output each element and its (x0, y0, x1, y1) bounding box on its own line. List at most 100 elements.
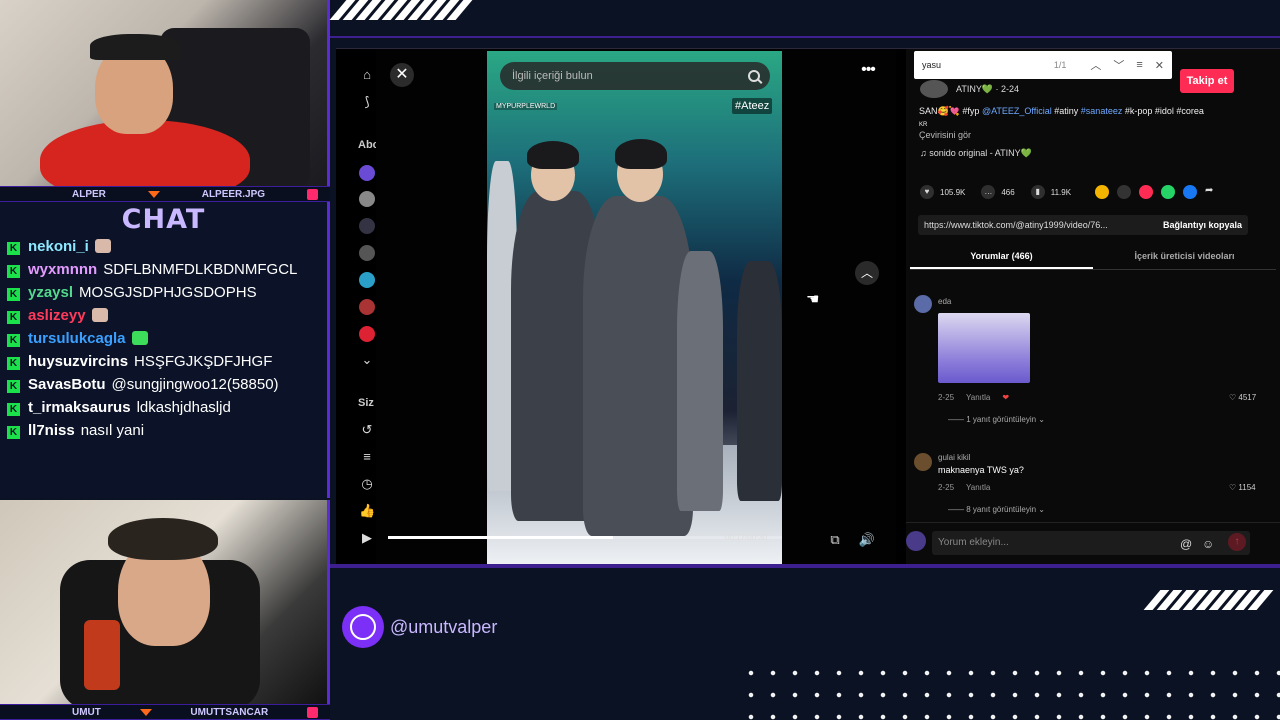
chevron-down-icon[interactable]: ⌄ (359, 352, 375, 368)
shorts-icon[interactable]: ⟆ (359, 94, 375, 110)
triangle-icon (147, 190, 160, 198)
commenter-name[interactable]: eda (938, 297, 951, 306)
volume-icon[interactable]: 🔊 (856, 529, 878, 551)
picture-in-picture-icon[interactable]: ⧉ (824, 529, 846, 551)
caption-hashtag-link[interactable]: #sanateez (1081, 106, 1123, 116)
search-icon[interactable] (748, 70, 760, 82)
history-icon[interactable]: ↺ (359, 422, 375, 438)
chat-username[interactable]: ll7niss (28, 422, 75, 439)
video-icon[interactable]: ▶ (359, 530, 375, 546)
send-icon[interactable] (1139, 185, 1154, 199)
mention-icon[interactable]: @ (1180, 537, 1192, 551)
browser-viewport: ⌂ ⟆ Abo ⌄ Siz ↺ ≡ ◷ 👍 ▶ ✕ İlgili içeriği… (336, 48, 1280, 565)
kick-badge-icon: K (7, 334, 20, 347)
close-icon[interactable]: ✕ (1155, 59, 1164, 72)
kick-badge-icon: K (7, 426, 20, 439)
chevron-up-icon[interactable]: ︿ (855, 261, 879, 285)
channel-avatar[interactable] (359, 326, 375, 342)
webcam-bottom (0, 500, 330, 704)
save-stat[interactable]: ▮ 11.9K (1030, 185, 1071, 199)
tab-creator-videos[interactable]: İçerik üreticisi videoları (1093, 246, 1276, 269)
comment-icon[interactable]: … (981, 185, 996, 199)
sound-link[interactable]: ♫ sonido original - ATINY💚 (920, 148, 1032, 159)
commenter-avatar[interactable] (914, 295, 932, 313)
triangle-icon (139, 708, 152, 716)
filter-icon[interactable]: ≡ (1136, 59, 1142, 71)
follow-button[interactable]: Takip et (1180, 69, 1234, 93)
social-handle: @umutvalper (342, 606, 497, 648)
video-figure (677, 251, 723, 511)
view-replies-button[interactable]: —— 8 yanıt görüntüleyin ⌄ (948, 505, 1045, 514)
chevron-down-icon[interactable]: ﹀ (1113, 57, 1124, 73)
chevron-up-icon[interactable]: ︿ (1090, 57, 1101, 73)
chat-username[interactable]: yzaysl (28, 284, 73, 301)
video-player[interactable] (487, 51, 782, 565)
translate-link[interactable]: Çevirisini gör (919, 130, 971, 140)
send-comment-button[interactable]: ↑ (1228, 533, 1246, 551)
chat-message: Kyzaysl MOSGJSDPHJGSDOPHS (0, 281, 327, 304)
share-link-url[interactable]: https://www.tiktok.com/@atiny1999/video/… (924, 220, 1108, 230)
video-progress-bar[interactable] (388, 536, 782, 539)
kick-badge-icon: K (7, 265, 20, 278)
channel-avatar[interactable] (359, 218, 375, 234)
tab-comments[interactable]: Yorumlar (466) (910, 246, 1093, 269)
comment-like[interactable]: ♡ 4517 (1229, 393, 1256, 402)
channel-avatar[interactable] (359, 299, 375, 315)
playlist-icon[interactable]: ≡ (359, 449, 375, 465)
video-time: 00:17/00:30 (725, 533, 768, 542)
cam-name-left: ALPER (72, 188, 106, 200)
chat-username[interactable]: SavasBotu (28, 376, 106, 393)
close-button[interactable]: ✕ (390, 63, 414, 87)
home-icon[interactable]: ⌂ (359, 67, 375, 83)
channel-avatar[interactable] (359, 245, 375, 261)
like-stat[interactable]: ♥ 105.9K (920, 185, 965, 199)
author-avatar[interactable] (920, 80, 948, 98)
chat-username[interactable]: tursulukcagla (28, 330, 126, 347)
heart-icon[interactable]: ♥ (920, 185, 934, 199)
coin-icon[interactable] (1095, 185, 1110, 199)
commenter-name[interactable]: gulai kikil (938, 453, 970, 462)
watch-later-icon[interactable]: ◷ (359, 476, 375, 492)
related-search-bar[interactable]: İlgili içeriği bulun (500, 62, 770, 90)
comment-item: eda 2-25 Yanıtla ❤ ♡ 4517 —— 1 yanıt görün… (914, 295, 1274, 435)
microphone (84, 620, 120, 690)
channel-avatar[interactable] (359, 165, 375, 181)
streamer-hair (90, 34, 180, 60)
reply-button[interactable]: Yanıtla (966, 483, 990, 492)
webcam-top (0, 0, 330, 186)
streamer-hair (108, 518, 218, 560)
chat-username[interactable]: wyxmnnn (28, 261, 97, 278)
chat-username[interactable]: huysuzvircins (28, 353, 128, 370)
comment-stat[interactable]: … 466 (981, 185, 1015, 199)
chat-username[interactable]: nekoni_i (28, 238, 89, 255)
find-query[interactable]: yasu (922, 60, 1054, 70)
sidebar-section-you[interactable]: Siz (358, 397, 374, 409)
caption-mention-link[interactable]: @ATEEZ_Official (982, 106, 1052, 116)
reply-button[interactable]: Yanıtla (966, 393, 990, 402)
emote-icon (91, 308, 108, 322)
related-search-placeholder: İlgili içeriği bulun (512, 70, 593, 82)
commenter-avatar[interactable] (914, 453, 932, 471)
share-arrow-icon[interactable]: ➦ (1205, 185, 1219, 199)
like-icon[interactable]: 👍 (359, 503, 375, 519)
comments-tabs: Yorumlar (466) İçerik üreticisi videolar… (910, 246, 1276, 270)
bookmark-icon[interactable]: ▮ (1030, 185, 1045, 199)
chat-message: Ktursulukcagla (0, 327, 327, 350)
embed-icon[interactable] (1117, 185, 1132, 199)
chat-username[interactable]: aslizeyy (28, 307, 86, 324)
social-handle-text: @umutvalper (390, 616, 498, 637)
channel-avatar[interactable] (359, 272, 375, 288)
view-replies-button[interactable]: —— 1 yanıt görüntüleyin ⌄ (948, 415, 1045, 424)
video-progress-fill (388, 536, 613, 539)
author-name-date[interactable]: ATINY💚 · 2-24 (956, 84, 1019, 95)
channel-avatar[interactable] (359, 191, 375, 207)
whatsapp-icon[interactable] (1161, 185, 1176, 199)
comment-like[interactable]: ♡ 1154 (1229, 483, 1256, 492)
more-options-icon[interactable]: ••• (856, 62, 880, 83)
copy-link-button[interactable]: Bağlantıyı kopyala (1163, 220, 1242, 230)
chat-username[interactable]: t_irmaksaurus (28, 399, 131, 416)
emoji-icon[interactable]: ☺ (1202, 537, 1214, 551)
find-in-page-bar[interactable]: yasu 1/1 ︿ ﹀ ≡ ✕ (914, 51, 1172, 79)
facebook-icon[interactable] (1183, 185, 1198, 199)
instagram-icon (306, 706, 318, 718)
